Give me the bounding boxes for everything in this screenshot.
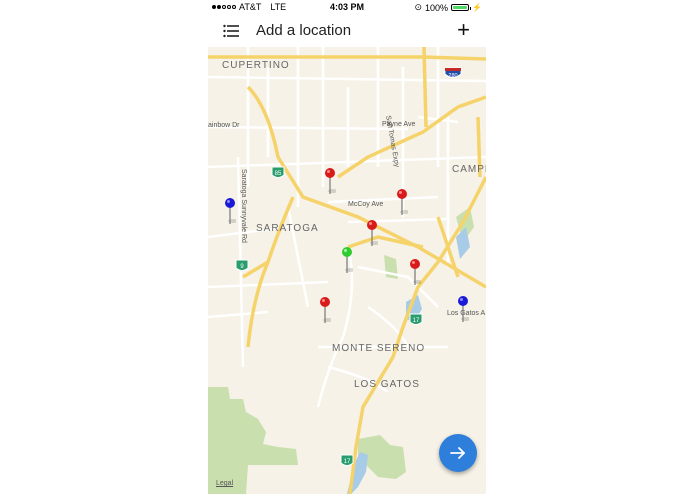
arrow-right-icon [450,447,465,459]
map-pin-red[interactable] [409,258,421,288]
place-label-los-gatos: LOS GATOS [354,379,420,390]
route-9-shield-icon: 9 [235,259,249,271]
street-label-saratoga-sunnyvale: Saratoga Sunnyvale Rd [240,169,247,243]
map-pin-red[interactable] [366,219,378,249]
battery-icon [451,4,472,11]
svg-text:280: 280 [448,73,457,79]
battery-percent: 100% [425,2,449,13]
add-button[interactable]: + [457,17,470,43]
list-icon[interactable] [223,24,239,38]
street-label-mccoy: McCoy Ave [348,201,384,208]
svg-text:17: 17 [344,459,351,465]
phone-screen: AT&T LTE 4:03 PM ⊙ 100% ⚡ Add a location… [208,0,486,494]
street-label-rainbow: ainbow Dr [208,122,240,129]
place-label-cupertino: CUPERTINO [222,60,290,71]
map-pin-red[interactable] [324,167,336,197]
status-right: ⊙ 100% ⚡ [414,2,482,13]
svg-text:17: 17 [413,318,420,324]
orientation-lock-icon: ⊙ [414,2,422,12]
status-bar: AT&T LTE 4:03 PM ⊙ 100% ⚡ [208,0,486,14]
battery-fill [453,6,468,9]
page-title: Add a location [256,22,352,39]
route-85-shield-icon: 85 [271,166,285,178]
map-pin-red[interactable] [396,188,408,218]
map-pin-blue[interactable] [457,295,469,325]
route-17-shield-icon: 17 [409,313,423,325]
next-button[interactable] [439,434,477,472]
place-label-saratoga: SARATOGA [256,223,319,234]
svg-text:85: 85 [275,171,282,177]
navigation-bar: Add a location + [208,14,486,47]
map-pin-red[interactable] [319,296,331,326]
route-17-shield-icon: 17 [340,454,354,466]
map-view[interactable]: CUPERTINO SARATOGA MONTE SERENO LOS GATO… [208,47,486,494]
place-label-campbell: CAMPE [452,164,486,175]
place-label-monte-sereno: MONTE SERENO [332,343,426,354]
map-pin-green[interactable] [341,246,353,276]
legal-link[interactable]: Legal [216,480,233,487]
interstate-280-shield-icon: 280 [444,67,462,79]
charging-icon: ⚡ [472,3,482,12]
map-pin-blue[interactable] [224,197,236,227]
